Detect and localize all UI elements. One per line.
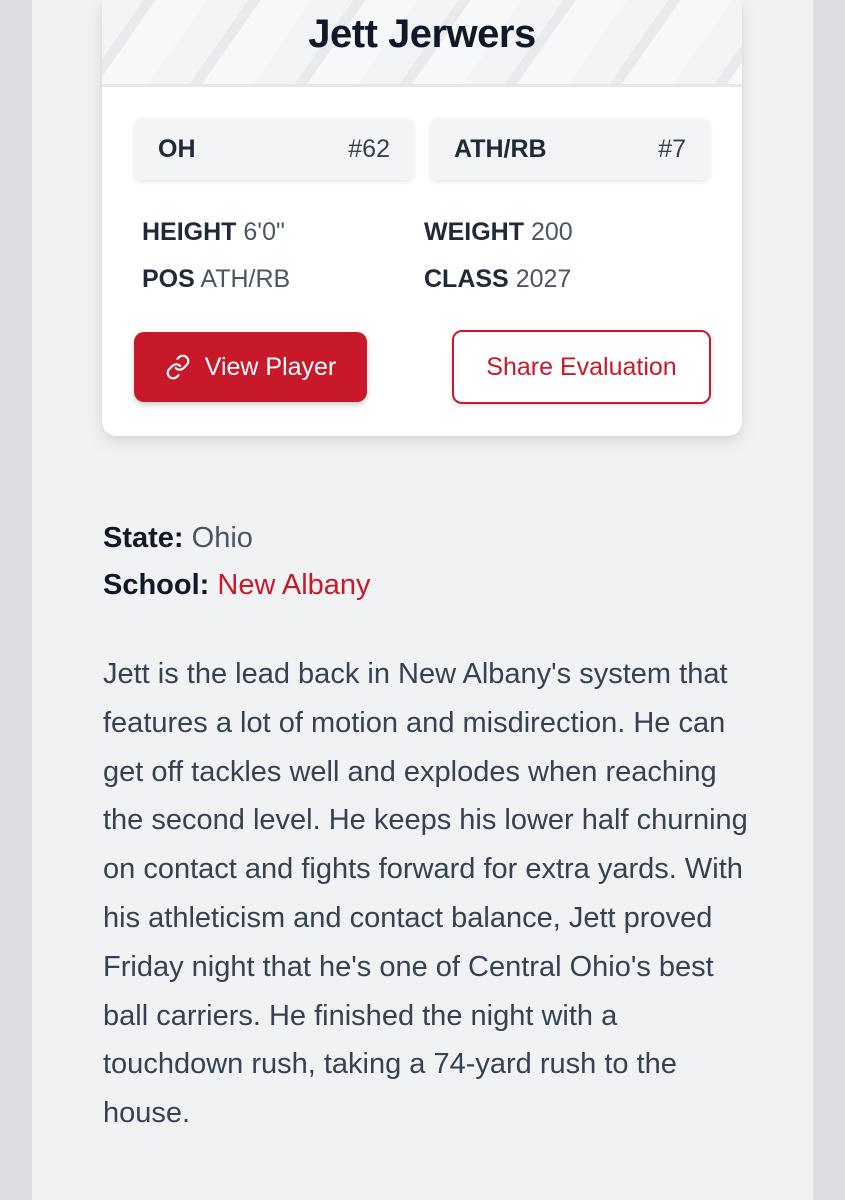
school-line: School: New Albany <box>103 569 371 602</box>
stat-position: POS ATH/RB <box>142 265 290 294</box>
school-link[interactable]: New Albany <box>217 569 370 601</box>
position-chip-oh: OH #62 <box>134 118 414 180</box>
state-line: State: Ohio <box>103 522 253 555</box>
position-chip-ath-rb: ATH/RB #7 <box>430 118 710 180</box>
state-label: State: <box>103 522 184 554</box>
stat-value: 2027 <box>515 265 572 293</box>
card-header: Jett Jerwers <box>102 0 742 87</box>
jersey-number: #7 <box>658 134 686 163</box>
stat-class: CLASS 2027 <box>424 265 571 294</box>
view-player-label: View Player <box>204 352 337 381</box>
stat-height: HEIGHT 6'0" <box>142 218 285 247</box>
view-player-button[interactable]: View Player <box>134 332 367 402</box>
share-evaluation-label: Share Evaluation <box>486 352 677 381</box>
stat-value: ATH/RB <box>200 265 291 293</box>
stat-label: CLASS <box>424 265 509 293</box>
page-content: Jett Jerwers OH #62 ATH/RB #7 HEIGHT 6'0… <box>32 0 813 1200</box>
stat-value: 6'0" <box>243 218 285 246</box>
evaluation-text: Jett is the lead back in New Albany's sy… <box>103 658 748 1130</box>
position-code: OH <box>158 134 196 163</box>
position-code: ATH/RB <box>454 134 547 163</box>
state-value: Ohio <box>191 522 253 554</box>
share-evaluation-button[interactable]: Share Evaluation <box>452 330 711 404</box>
stat-value: 200 <box>530 218 573 246</box>
school-label: School: <box>103 569 210 601</box>
stat-weight: WEIGHT 200 <box>424 218 573 247</box>
stat-label: POS <box>142 265 195 293</box>
link-icon <box>165 354 191 380</box>
stat-label: WEIGHT <box>424 218 524 246</box>
player-card: Jett Jerwers OH #62 ATH/RB #7 HEIGHT 6'0… <box>102 0 742 436</box>
jersey-number: #62 <box>348 134 390 163</box>
stat-label: HEIGHT <box>142 218 237 246</box>
player-name: Jett Jerwers <box>308 12 536 56</box>
